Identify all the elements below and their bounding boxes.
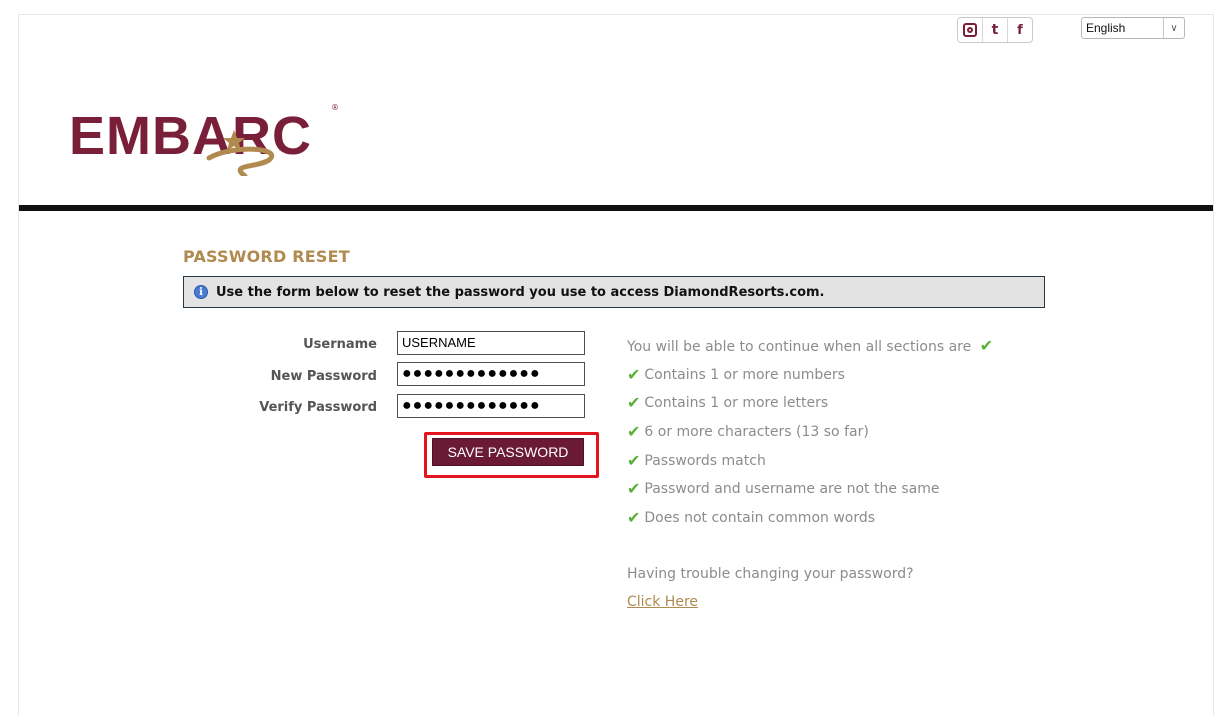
click-here-link[interactable]: Click Here <box>627 594 698 610</box>
requirement-text: Contains 1 or more letters <box>644 394 829 411</box>
instagram-link[interactable] <box>958 18 983 42</box>
requirement-text: Passwords match <box>644 452 766 469</box>
page-title: PASSWORD RESET <box>183 247 350 266</box>
facebook-link[interactable]: f <box>1008 18 1032 42</box>
check-icon: ✔ <box>627 508 641 527</box>
new-password-field[interactable]: ●●●●●●●●●●●●● <box>397 362 585 386</box>
page-frame: t f English ∨ EMBARC ® PASSWORD RESET i … <box>18 14 1214 715</box>
requirement-item: ✔ Does not contain common words <box>627 508 875 527</box>
svg-text:®: ® <box>331 103 339 112</box>
facebook-icon: f <box>1017 22 1023 38</box>
language-select[interactable]: English ∨ <box>1081 17 1185 39</box>
username-field[interactable]: USERNAME <box>397 331 585 355</box>
check-icon: ✔ <box>627 393 641 412</box>
check-icon: ✔ <box>627 422 641 441</box>
top-border <box>19 14 1213 15</box>
requirements-heading: You will be able to continue when all se… <box>627 336 997 355</box>
instagram-icon <box>963 23 977 37</box>
social-links: t f <box>957 17 1033 43</box>
requirement-item: ✔ Passwords match <box>627 451 766 470</box>
check-icon: ✔ <box>979 336 994 355</box>
embarc-logo: EMBARC ® <box>69 103 339 176</box>
requirement-item: ✔ Contains 1 or more letters <box>627 393 828 412</box>
info-icon: i <box>194 285 208 299</box>
new-password-label: New Password <box>270 369 377 384</box>
header-divider <box>19 205 1213 211</box>
twitter-link[interactable]: t <box>983 18 1008 42</box>
username-label: Username <box>303 337 377 352</box>
info-banner: i Use the form below to reset the passwo… <box>183 276 1045 308</box>
chevron-down-icon[interactable]: ∨ <box>1163 18 1184 38</box>
info-text: Use the form below to reset the password… <box>216 284 825 300</box>
logo-text: EMBARC <box>69 106 312 166</box>
check-icon: ✔ <box>627 479 641 498</box>
check-icon: ✔ <box>627 451 641 470</box>
requirement-text: Contains 1 or more numbers <box>644 366 845 383</box>
requirement-text: 6 or more characters (13 so far) <box>644 423 869 440</box>
requirement-item: ✔ Contains 1 or more numbers <box>627 365 845 384</box>
requirement-text: Does not contain common words <box>644 509 876 526</box>
requirements-heading-text: You will be able to continue when all se… <box>627 339 972 355</box>
language-selected: English <box>1086 21 1126 35</box>
twitter-icon: t <box>991 22 999 38</box>
verify-password-field[interactable]: ●●●●●●●●●●●●● <box>397 394 585 418</box>
verify-password-label: Verify Password <box>259 400 377 415</box>
save-password-button[interactable]: SAVE PASSWORD <box>432 438 584 466</box>
requirement-item: ✔ Password and username are not the same <box>627 479 940 498</box>
check-icon: ✔ <box>627 365 641 384</box>
requirement-text: Password and username are not the same <box>644 480 940 497</box>
help-text: Having trouble changing your password? <box>627 566 914 582</box>
requirement-item: ✔ 6 or more characters (13 so far) <box>627 422 869 441</box>
